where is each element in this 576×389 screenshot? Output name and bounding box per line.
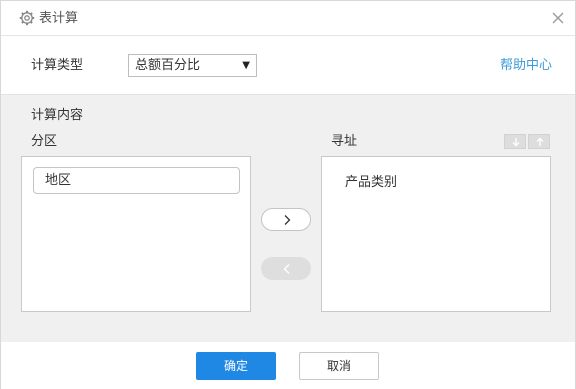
move-down-button[interactable] [504,134,526,149]
chevron-left-icon [283,264,290,274]
calc-type-selected-value: 总额百分比 [135,58,201,73]
ok-button[interactable]: 确定 [196,352,276,380]
dialog-footer: 确定 取消 [1,343,575,389]
partition-label: 分区 [31,134,58,149]
calc-type-row: 计算类型 总额百分比 ▼ 帮助中心 [1,37,575,94]
arrow-down-icon [512,138,520,147]
chevron-right-icon [284,215,291,225]
calc-content-title: 计算内容 [31,108,84,123]
sort-buttons [504,134,550,149]
calc-content-panel: 计算内容 分区 寻址 地区 产品类别 [1,94,575,342]
partition-list[interactable]: 地区 [21,156,251,312]
dialog-titlebar: 表计算 [1,1,575,36]
move-up-button[interactable] [528,134,550,149]
address-label: 寻址 [331,134,358,149]
arrow-up-icon [536,137,544,146]
move-right-button[interactable] [261,208,311,231]
move-left-button[interactable] [261,257,311,280]
address-field-item[interactable]: 产品类别 [345,174,397,191]
help-center-link[interactable]: 帮助中心 [500,57,552,74]
close-icon[interactable] [551,11,565,25]
calc-type-select[interactable]: 总额百分比 ▼ [128,54,257,77]
address-list[interactable]: 产品类别 [321,156,551,312]
dialog-title: 表计算 [39,11,79,26]
gear-icon [19,10,35,26]
partition-field-item[interactable]: 地区 [33,167,240,194]
table-calculation-dialog: 表计算 计算类型 总额百分比 ▼ 帮助中心 计算内容 分区 寻址 地区 产品类别… [0,0,576,389]
partition-field-label: 地区 [45,173,72,188]
cancel-button[interactable]: 取消 [299,352,379,380]
dropdown-arrow-icon: ▼ [242,60,250,71]
calc-type-label: 计算类型 [31,58,84,73]
